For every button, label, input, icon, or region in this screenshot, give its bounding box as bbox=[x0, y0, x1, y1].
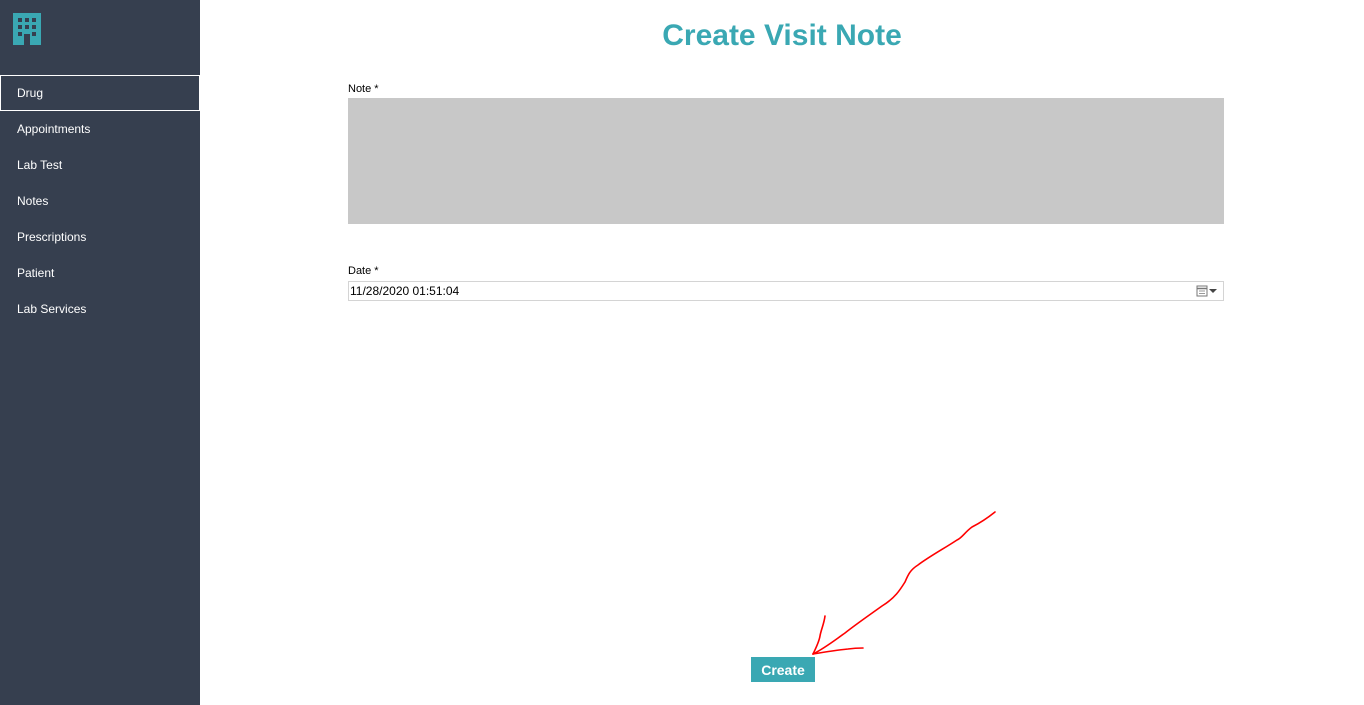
date-field[interactable]: 11/28/2020 01:51:04 bbox=[348, 281, 1224, 301]
hospital-building-icon[interactable] bbox=[11, 13, 43, 45]
note-textarea[interactable] bbox=[348, 98, 1224, 224]
note-label: Note * bbox=[348, 83, 379, 95]
date-label: Date * bbox=[348, 265, 379, 277]
create-button[interactable]: Create bbox=[751, 657, 815, 682]
sidebar-item-appointments[interactable]: Appointments bbox=[0, 111, 200, 147]
sidebar-item-prescriptions[interactable]: Prescriptions bbox=[0, 219, 200, 255]
app-window: Drug Appointments Lab Test Notes Prescri… bbox=[0, 0, 1364, 705]
page-title: Create Visit Note bbox=[662, 19, 902, 52]
sidebar-item-notes[interactable]: Notes bbox=[0, 183, 200, 219]
sidebar-nav: Drug Appointments Lab Test Notes Prescri… bbox=[0, 75, 200, 327]
sidebar-item-drug[interactable]: Drug bbox=[0, 75, 200, 111]
date-value[interactable]: 11/28/2020 01:51:04 bbox=[350, 284, 459, 299]
main-content: Create Visit Note Note * Date * 11/28/20… bbox=[200, 0, 1364, 705]
sidebar-item-patient[interactable]: Patient bbox=[0, 255, 200, 291]
calendar-dropdown-icon[interactable] bbox=[1195, 283, 1221, 299]
sidebar: Drug Appointments Lab Test Notes Prescri… bbox=[0, 0, 200, 705]
sidebar-item-lab-services[interactable]: Lab Services bbox=[0, 291, 200, 327]
sidebar-item-lab-test[interactable]: Lab Test bbox=[0, 147, 200, 183]
